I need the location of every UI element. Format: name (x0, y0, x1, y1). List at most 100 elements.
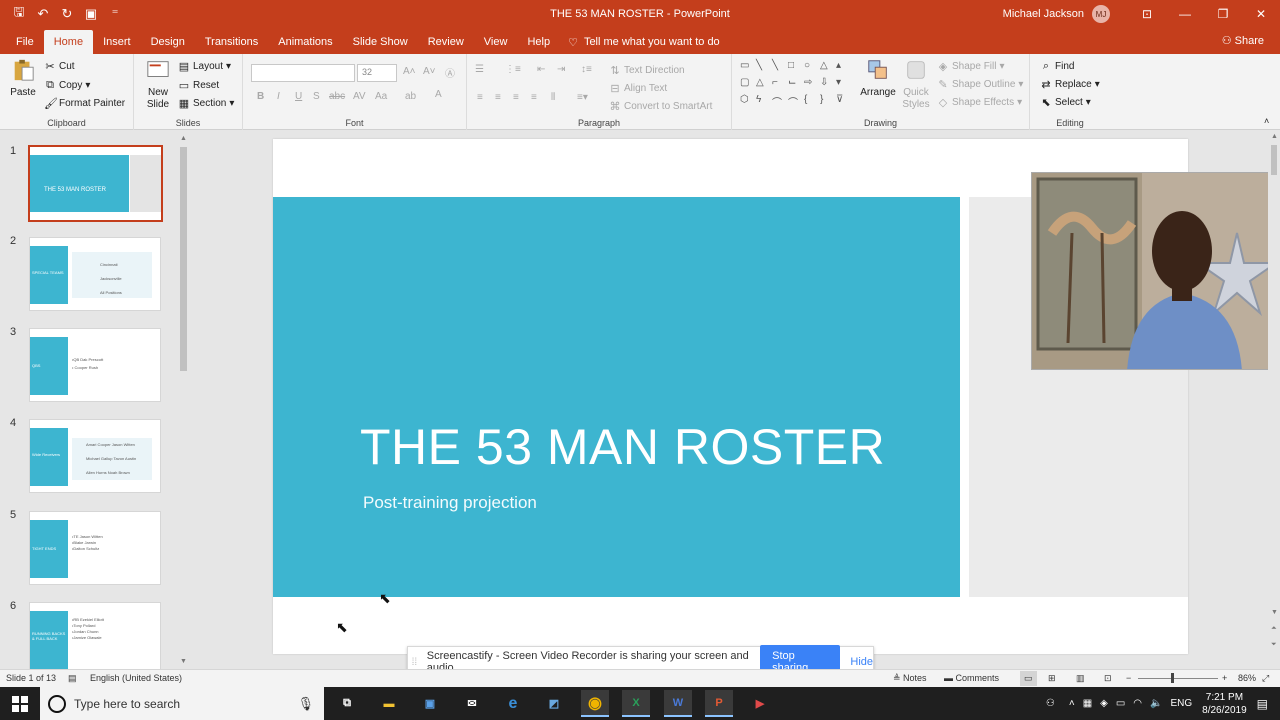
notes-button[interactable]: ≜ Notes (893, 673, 927, 684)
align-text-button[interactable]: ⊟ Align Text (609, 82, 667, 95)
slideshow-view-icon[interactable]: ⊡ (1104, 673, 1112, 684)
input-language[interactable]: ENG (1170, 698, 1192, 709)
slide-thumbnail-2[interactable]: SPECIAL TEAMS Cincinnati Jacksonville Al… (29, 237, 161, 311)
tab-transitions[interactable]: Transitions (195, 30, 268, 54)
character-spacing-icon[interactable]: AV (353, 91, 366, 102)
scroll-down-icon[interactable]: ▼ (180, 658, 187, 665)
shapes-gallery[interactable]: ▭ ╲ ╲ □ ○ △ ▴ ▢ △ ⌐ ⌙ ⇨ ⇩ ▾ ⬡ ϟ ⌒ ⌒{} ⊽ (740, 60, 852, 111)
arrange-button[interactable]: Arrange (860, 58, 896, 98)
increase-indent-icon[interactable]: ⇥ (557, 64, 565, 75)
user-name[interactable]: Michael Jackson (1003, 8, 1084, 20)
font-color-icon[interactable]: A (435, 89, 442, 100)
slide-subtitle[interactable]: Post-training projection (363, 493, 537, 513)
scroll-up-icon[interactable]: ▲ (180, 135, 187, 142)
highlight-icon[interactable]: ab (405, 91, 416, 102)
action-center-icon[interactable]: ▤ (1257, 697, 1268, 711)
slide-sorter-icon[interactable]: ⊞ (1048, 673, 1056, 684)
hide-button[interactable]: Hide (850, 656, 873, 668)
line-spacing-icon[interactable]: ↕≡ (581, 64, 592, 75)
dropbox-icon[interactable]: ◈ (1100, 698, 1108, 709)
task-view-icon[interactable]: ⧉ (333, 690, 361, 717)
paste-button[interactable]: Paste (8, 58, 38, 98)
app-icon[interactable]: ◩ (540, 690, 568, 717)
section-button[interactable]: ▦ Section ▾ (178, 97, 235, 110)
justify-icon[interactable]: ≡ (531, 92, 537, 103)
show-hidden-icons-icon[interactable]: ˄ (1069, 698, 1075, 709)
shrink-font-icon[interactable]: A˅ (423, 66, 436, 77)
cut-button[interactable]: ✂ Cut (44, 60, 74, 73)
microphone-icon[interactable]: 🎙 (297, 696, 314, 712)
curve-shape-icon[interactable]: ⌒ (788, 94, 804, 111)
new-slide-button[interactable]: New Slide (140, 58, 176, 111)
tab-help[interactable]: Help (517, 30, 560, 54)
convert-smartart-button[interactable]: ⌘ Convert to SmartArt (609, 100, 713, 113)
scroll-up-icon[interactable]: ▲ (1271, 133, 1278, 140)
tab-file[interactable]: File (0, 30, 44, 54)
more-shapes-icon[interactable]: ▾ (836, 77, 852, 94)
arrow-down-shape-icon[interactable]: ⇩ (820, 77, 836, 94)
tab-view[interactable]: View (474, 30, 518, 54)
quick-styles-button[interactable]: Quick Styles (898, 58, 934, 111)
shadow-icon[interactable]: S (313, 91, 320, 102)
brace-shape-icon[interactable]: } (820, 94, 836, 111)
thumbnails-scrollbar[interactable]: ▲ ▼ (178, 133, 189, 667)
oval-shape-icon[interactable]: ○ (804, 60, 820, 77)
text-direction-button[interactable]: ⇅ Text Direction (609, 64, 684, 77)
select-button[interactable]: ⬉ Select ▾ (1040, 96, 1090, 109)
align-center-icon[interactable]: ≡ (495, 92, 501, 103)
avatar[interactable]: MJ (1092, 5, 1110, 23)
battery-icon[interactable]: ▭ (1116, 698, 1125, 709)
copy-button[interactable]: ⧉ Copy ▾ (44, 79, 90, 92)
comments-button[interactable]: ▬ Comments (944, 673, 999, 683)
tray-app-icon[interactable]: ▦ (1083, 698, 1092, 709)
align-right-icon[interactable]: ≡ (513, 92, 519, 103)
numbering-icon[interactable]: ⋮≡ (505, 64, 521, 75)
slide-thumbnail-5[interactable]: TIGHT ENDS •TE Jason Witten •Blake Jarwi… (29, 511, 161, 585)
alignment-options-icon[interactable]: ≡▾ (577, 92, 588, 103)
replace-button[interactable]: ⇄ Replace ▾ (1040, 78, 1099, 91)
drag-handle-icon[interactable]: ⁞⁞ (408, 657, 421, 668)
reset-button[interactable]: ▭ Reset (178, 79, 219, 92)
store-icon[interactable]: ▣ (416, 690, 444, 717)
tab-review[interactable]: Review (418, 30, 474, 54)
zoom-slider[interactable] (1138, 678, 1218, 679)
start-button[interactable] (0, 687, 40, 720)
lightning-shape-icon[interactable]: ϟ (756, 94, 772, 111)
share-button[interactable]: ⚇ Share (1222, 34, 1264, 47)
triangle-shape-icon[interactable]: △ (756, 77, 772, 94)
triangle-shape-icon[interactable]: △ (820, 60, 836, 77)
rectangle-shape-icon[interactable]: □ (788, 60, 804, 77)
change-case-icon[interactable]: Aa (375, 91, 387, 102)
excel-icon[interactable]: X (622, 690, 650, 717)
reading-view-icon[interactable]: ▥ (1076, 673, 1085, 684)
tell-me-box[interactable]: ♡ Tell me what you want to do (568, 30, 720, 54)
curve-shape-icon[interactable]: ⌒ (772, 94, 788, 111)
bullets-icon[interactable]: ☰ (475, 64, 484, 75)
undo-icon[interactable]: ↶ (34, 6, 52, 22)
clock[interactable]: 7:21 PM 8/26/2019 (1202, 691, 1247, 717)
shape-fill-button[interactable]: ◈ Shape Fill ▾ (937, 60, 1005, 73)
spelling-icon[interactable]: ▤ (68, 673, 77, 684)
shape-effects-button[interactable]: ◇ Shape Effects ▾ (937, 96, 1022, 109)
grow-font-icon[interactable]: A˄ (403, 66, 416, 77)
people-icon[interactable]: ⚇ (1046, 698, 1055, 709)
connector-shape-icon[interactable]: ⌐ (772, 77, 788, 94)
save-icon[interactable]: 🖫 (10, 3, 28, 25)
strikethrough-icon[interactable]: abc (329, 91, 345, 102)
start-from-beginning-icon[interactable]: ▣ (82, 6, 100, 22)
brace-shape-icon[interactable]: { (804, 94, 820, 111)
font-name-select[interactable] (251, 64, 355, 82)
textbox-shape-icon[interactable]: ▭ (740, 60, 756, 77)
customize-qat-icon[interactable]: ⁼ (106, 6, 124, 22)
slide-title[interactable]: THE 53 MAN ROSTER (360, 418, 885, 476)
wifi-icon[interactable]: ◠ (1133, 698, 1142, 709)
zoom-level[interactable]: 86% (1238, 673, 1256, 683)
slide-thumbnail-1[interactable]: THE 53 MAN ROSTER (28, 145, 163, 222)
fit-to-window-icon[interactable]: ⤢ (1262, 673, 1269, 684)
volume-icon[interactable]: 🔈 (1150, 698, 1162, 709)
slide-thumbnail-3[interactable]: QBS •QB Dak Prescott • Cooper Rush (29, 328, 161, 402)
screencastify-icon[interactable]: ▶ (746, 690, 774, 717)
tab-slide-show[interactable]: Slide Show (343, 30, 418, 54)
normal-view-icon[interactable]: ▭ (1020, 671, 1037, 686)
restore-icon[interactable]: ❐ (1204, 0, 1242, 28)
